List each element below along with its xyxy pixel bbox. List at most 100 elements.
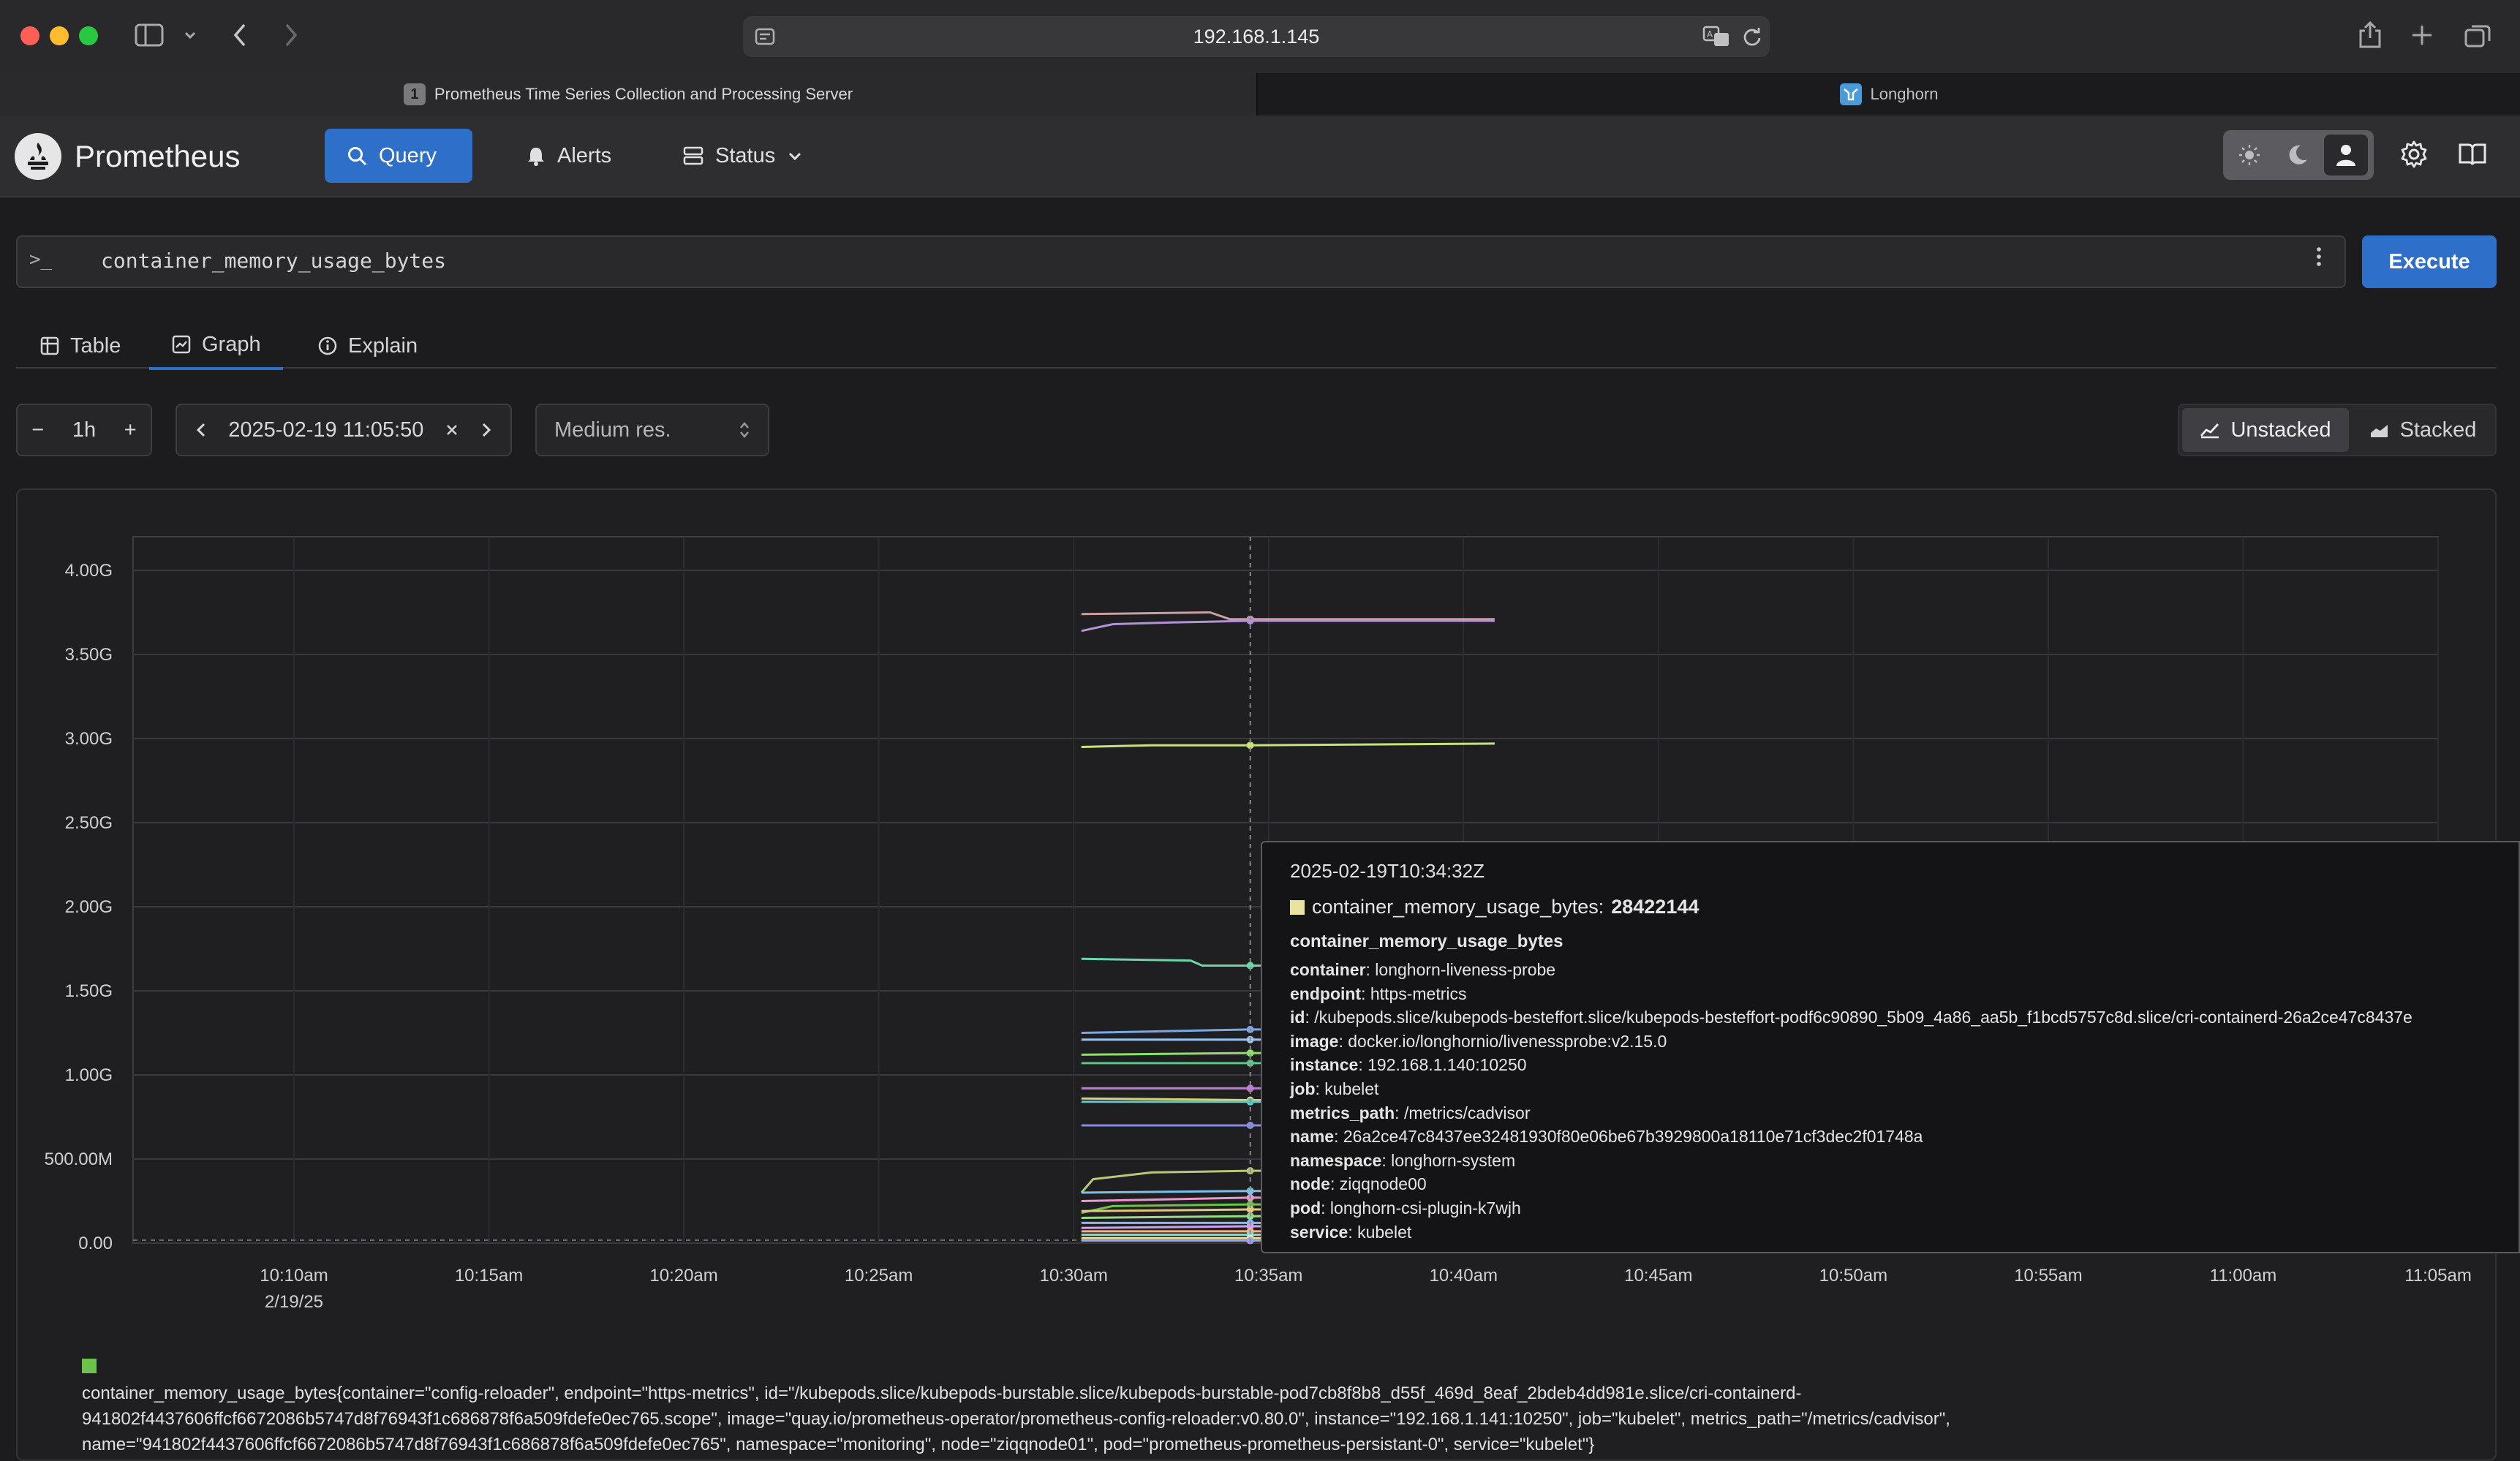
area-chart-icon: [2370, 425, 2388, 437]
browser-tab-label: Prometheus Time Series Collection and Pr…: [434, 85, 853, 103]
x-tick-label: 10:25am: [845, 1266, 913, 1286]
reload-icon[interactable]: [1742, 26, 1762, 50]
tooltip-label-id: id: /kubepods.slice/kubepods-besteffort.…: [1290, 1005, 2491, 1030]
tab-overview-icon[interactable]: [2464, 23, 2491, 52]
x-tick-label: 10:40am: [1430, 1266, 1498, 1286]
user-icon: [2336, 145, 2355, 166]
tooltip-label-value: : longhorn-csi-plugin-k7wjh: [1321, 1198, 1521, 1218]
chevron-right-icon[interactable]: [480, 421, 493, 439]
table-icon: [40, 336, 59, 355]
minimize-window-button[interactable]: [50, 26, 69, 45]
translate-icon[interactable]: A: [1702, 26, 1732, 51]
increase-range-button[interactable]: +: [124, 418, 137, 442]
y-tick-label: 3.50G: [65, 645, 113, 665]
browser-tab-prometheus[interactable]: 1 Prometheus Time Series Collection and …: [0, 73, 1256, 116]
search-icon: [348, 147, 367, 166]
theme-dark-button[interactable]: [2276, 135, 2320, 175]
documentation-button[interactable]: [2447, 129, 2498, 180]
book-icon: [2459, 143, 2486, 165]
tooltip-metric-label: container_memory_usage_bytes:: [1312, 896, 1604, 918]
tooltip-label-value: : 192.168.1.140:10250: [1358, 1055, 1527, 1075]
x-tick-date-label: 2/19/25: [265, 1292, 323, 1312]
tooltip-label-key: namespace: [1290, 1150, 1382, 1170]
nav-alerts-button[interactable]: Alerts: [505, 129, 636, 183]
tooltip-label-key: image: [1290, 1031, 1339, 1051]
query-expression-input[interactable]: container_memory_usage_bytes: [101, 249, 446, 273]
tooltip-label-value: : 26a2ce47c8437ee32481930f80e06be67b3929…: [1334, 1127, 1923, 1147]
tooltip-label-key: instance: [1290, 1055, 1359, 1075]
close-window-button[interactable]: [20, 26, 39, 45]
browser-tab-longhorn[interactable]: Longhorn: [1256, 73, 2520, 116]
new-tab-icon[interactable]: [2410, 23, 2434, 50]
resolution-value: Medium res.: [554, 418, 671, 442]
theme-auto-button[interactable]: [2324, 135, 2368, 175]
tab-graph[interactable]: Graph: [149, 322, 283, 370]
tooltip-label-key: pod: [1290, 1198, 1321, 1218]
svg-text:A: A: [1707, 29, 1713, 39]
y-tick-label: 2.00G: [65, 897, 113, 917]
legend-swatch[interactable]: [82, 1359, 97, 1373]
nav-alerts-label: Alerts: [557, 143, 612, 167]
tab-explain[interactable]: Explain: [295, 322, 440, 370]
chevron-left-icon[interactable]: [195, 421, 208, 439]
address-bar[interactable]: 192.168.1.145 A: [743, 16, 1770, 57]
range-input[interactable]: 1h: [72, 418, 96, 442]
zoom-window-button[interactable]: [79, 26, 98, 45]
share-icon[interactable]: [2358, 20, 2383, 53]
stacked-button[interactable]: Stacked: [2350, 408, 2495, 452]
series-line: [1081, 1208, 1269, 1212]
execute-button[interactable]: Execute: [2362, 235, 2497, 288]
y-tick-label: 500.00M: [45, 1149, 113, 1169]
theme-light-button[interactable]: [2227, 135, 2271, 175]
tooltip-label-key: name: [1290, 1127, 1335, 1147]
browser-tab-strip: 1 Prometheus Time Series Collection and …: [0, 73, 2520, 116]
tooltip-value-row: container_memory_usage_bytes: 28422144: [1290, 896, 2491, 918]
tooltip-series-swatch: [1290, 899, 1305, 915]
tooltip-label-value: : docker.io/longhornio/livenessprobe:v2.…: [1338, 1031, 1667, 1051]
tooltip-label-metrics-path: metrics_path: /metrics/cadvisor: [1290, 1101, 2491, 1125]
tooltip-label-endpoint: endpoint: https-metrics: [1290, 982, 2491, 1006]
y-tick-label: 3.00G: [65, 729, 113, 749]
end-time-input[interactable]: 2025-02-19 11:05:50: [228, 418, 423, 442]
nav-query-button[interactable]: Query: [325, 129, 472, 183]
nav-status-dropdown[interactable]: Status: [661, 129, 829, 183]
tooltip-label-key: container: [1290, 960, 1366, 979]
tooltip-label-value: : ziqqnode00: [1329, 1174, 1427, 1194]
sidebar-toggle-icon[interactable]: [135, 23, 164, 52]
tooltip-label-service: service: kubelet: [1290, 1220, 2491, 1245]
unstacked-button[interactable]: Unstacked: [2182, 408, 2349, 452]
server-icon: [683, 146, 703, 165]
series-line: [1081, 611, 1495, 621]
back-arrow-icon[interactable]: [231, 22, 249, 52]
browser-tab-label: Longhorn: [1870, 85, 1939, 103]
decrease-range-button[interactable]: −: [31, 418, 44, 442]
y-tick-label: 4.00G: [65, 561, 113, 581]
settings-button[interactable]: [2388, 129, 2440, 180]
end-time-control: 2025-02-19 11:05:50: [176, 404, 512, 456]
legend-entry[interactable]: container_memory_usage_bytes{container="…: [82, 1381, 2247, 1457]
app-brand[interactable]: Prometheus: [75, 139, 240, 174]
tooltip-label-value: : longhorn-liveness-probe: [1365, 960, 1556, 979]
tab-explain-label: Explain: [348, 333, 418, 358]
prometheus-logo-icon[interactable]: [15, 133, 61, 180]
tab-table-label: Table: [70, 333, 121, 358]
series-line: [1081, 742, 1495, 748]
tooltip-label-container: container: longhorn-liveness-probe: [1290, 958, 2491, 982]
tab-table[interactable]: Table: [18, 322, 143, 370]
y-tick-label: 2.50G: [65, 813, 113, 833]
forward-arrow-icon[interactable]: [282, 22, 300, 52]
x-tick-label: 10:35am: [1234, 1266, 1302, 1286]
clear-time-icon[interactable]: [445, 423, 459, 437]
series-line: [1081, 1052, 1269, 1056]
resolution-select[interactable]: Medium res.: [535, 404, 769, 456]
y-tick-label: 0.00: [78, 1234, 113, 1253]
unstacked-label: Unstacked: [2230, 418, 2331, 442]
tooltip-label-key: service: [1290, 1222, 1348, 1242]
series-line: [1081, 1215, 1269, 1219]
tab-favicon: 1: [403, 83, 426, 105]
query-options-menu-icon[interactable]: [2308, 246, 2330, 274]
x-tick-label: 10:50am: [1819, 1266, 1887, 1286]
chevron-down-icon[interactable]: [183, 25, 197, 50]
longhorn-logo-icon: [1839, 83, 1862, 105]
stacked-label: Stacked: [2399, 418, 2477, 442]
